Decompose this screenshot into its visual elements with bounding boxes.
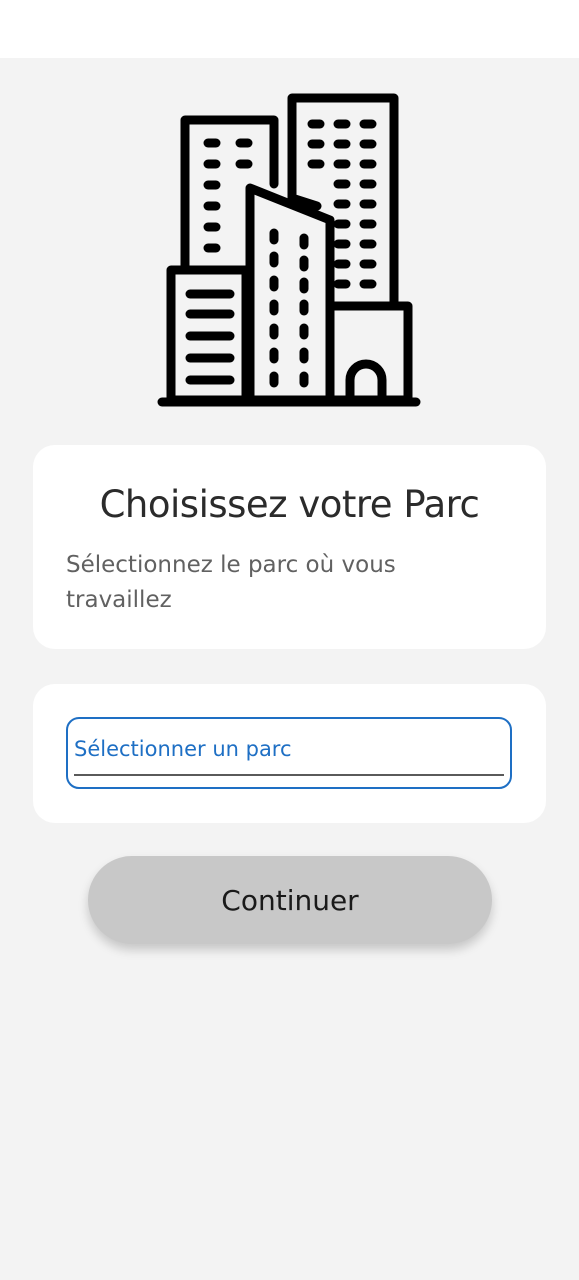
select-underline (74, 774, 504, 776)
intro-card: Choisissez votre Parc Sélectionnez le pa… (33, 445, 546, 649)
park-select-card: Sélectionner un parc (33, 684, 546, 823)
continue-button[interactable]: Continuer (88, 856, 492, 944)
city-buildings-icon (157, 93, 421, 407)
status-bar (0, 0, 579, 58)
park-select-dropdown[interactable]: Sélectionner un parc (66, 717, 512, 789)
park-select-label: Sélectionner un parc (74, 737, 292, 761)
page-title: Choisissez votre Parc (99, 483, 480, 526)
page-subtitle: Sélectionnez le parc où vous travaillez (66, 552, 396, 613)
